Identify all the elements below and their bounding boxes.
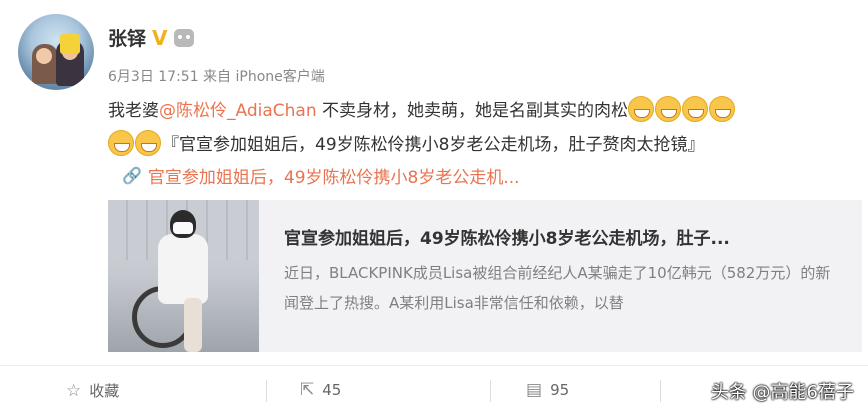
grin-emoji-icon	[655, 96, 682, 122]
post-text-body: 不卖身材，她卖萌，她是名副其实的肉松	[316, 101, 629, 121]
grin-emoji-icon	[135, 130, 161, 156]
repost-icon: ⇱	[300, 380, 315, 400]
robot-icon	[173, 28, 194, 47]
article-thumbnail	[108, 200, 259, 352]
post-meta: 6月3日 17:51 来自 iPhone客户端	[108, 69, 325, 85]
watermark: 头条 @高能6蓓子	[710, 382, 854, 403]
article-link[interactable]: 🔗 官宣参加姐姐后，49岁陈松伶携小8岁老公走机...	[122, 163, 520, 188]
author-name[interactable]: 张铎	[108, 24, 146, 51]
post-text-prefix: 我老婆	[108, 101, 159, 121]
repost-count: 45	[322, 381, 342, 399]
article-card-title[interactable]: 官宣参加姐姐后，49岁陈松伶携小8岁老公走机场，肚子...	[284, 224, 730, 249]
action-separator	[490, 380, 491, 402]
article-card[interactable]: 官宣参加姐姐后，49岁陈松伶携小8岁老公走机场，肚子... 近日，BLACKPI…	[108, 200, 862, 352]
comment-icon: ▤	[526, 380, 543, 400]
post-text: 我老婆@陈松伶_AdiaChan 不卖身材，她卖萌，她是名副其实的肉松 『官宣参…	[108, 94, 858, 162]
article-link-text: 官宣参加姐姐后，49岁陈松伶携小8岁老公走机...	[147, 168, 520, 188]
grin-emoji-icon	[709, 96, 736, 122]
post-text-quote: 『官宣参加姐姐后，49岁陈松伶携小8岁老公走机场，肚子赘肉太抢镜』	[162, 135, 705, 155]
favorite-label: 收藏	[89, 382, 120, 400]
mention-link[interactable]: @陈松伶_AdiaChan	[159, 101, 317, 121]
article-card-description: 近日，BLACKPINK成员Lisa被组合前经纪人A某骗走了10亿韩元（582万…	[284, 264, 831, 312]
grin-emoji-icon	[628, 96, 655, 122]
link-icon: 🔗	[122, 166, 142, 185]
grin-emoji-icon	[682, 96, 709, 122]
verified-badge-icon: V	[152, 25, 168, 50]
grin-emoji-icon	[108, 130, 134, 156]
avatar-face	[36, 48, 52, 64]
favorite-button[interactable]: ☆ 收藏	[66, 380, 119, 401]
repost-button[interactable]: ⇱ 45	[300, 380, 341, 400]
star-icon: ☆	[66, 380, 82, 401]
comment-count: 95	[550, 381, 570, 399]
comment-button[interactable]: ▤ 95	[526, 380, 569, 400]
avatar-sticker	[60, 34, 80, 54]
author-avatar[interactable]	[18, 14, 94, 90]
action-separator	[266, 380, 267, 402]
author-header: 张铎 V	[108, 24, 194, 51]
action-separator	[660, 380, 661, 402]
